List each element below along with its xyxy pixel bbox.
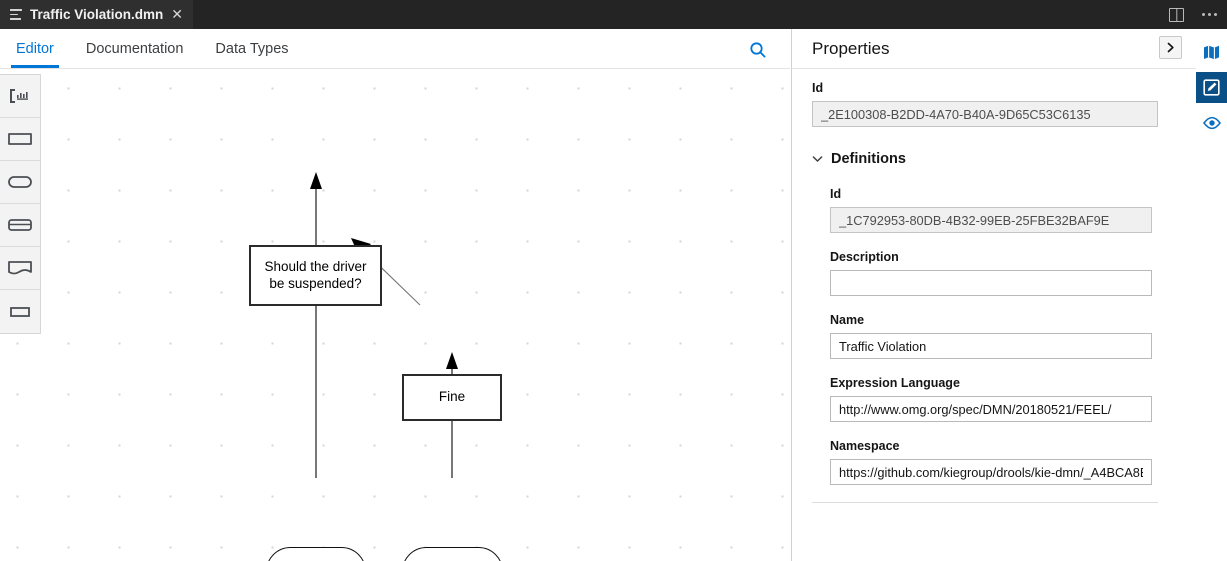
properties-divider [812,502,1158,503]
field-expression-language: Expression Language [830,376,1152,422]
definitions-id-input[interactable] [830,207,1152,233]
split-panel-icon[interactable] [1169,7,1184,22]
business-knowledge-model-tool[interactable] [0,204,40,247]
dmn-editor-window: Traffic Violation.dmn ✕ Editor Documenta… [0,0,1227,561]
root-id-input[interactable] [812,101,1158,127]
name-input[interactable] [830,333,1152,359]
input-data-node-violation[interactable]: Violation [402,547,503,561]
search-icon[interactable] [748,40,768,60]
namespace-label: Namespace [830,439,900,453]
field-name: Name [830,313,1152,359]
tab-editor-label: Editor [16,40,54,57]
more-options-icon[interactable] [1200,9,1219,20]
tab-data-types[interactable]: Data Types [199,29,304,68]
decision-node-label: Should the driver be suspended? [264,259,367,291]
tab-data-types-label: Data Types [215,40,289,57]
rail-item-map[interactable] [1196,37,1227,68]
tab-documentation-label: Documentation [85,40,184,57]
properties-body: Id Definitions Id Description [792,69,1196,485]
definitions-id-label: Id [830,187,842,201]
tab-editor[interactable]: Editor [0,29,70,68]
chevron-down-icon [812,156,823,162]
lasso-select-tool[interactable] [0,75,40,118]
map-icon [1204,45,1219,60]
input-data-node-driver[interactable]: Driver [266,547,366,561]
collapse-properties-button[interactable] [1159,36,1182,59]
properties-title: Properties [812,38,890,58]
close-icon[interactable]: ✕ [171,8,183,22]
root-id-label: Id [812,81,824,95]
dmn-canvas[interactable]: Should the driver be suspended? Fine Dri… [0,69,790,561]
diagram-edges [310,172,458,478]
field-definitions-id: Id [830,187,1152,233]
field-root-id: Id [812,81,1158,127]
rail-item-preview[interactable] [1196,107,1227,138]
preview-eye-icon [1202,116,1221,129]
description-label: Description [830,250,899,264]
decision-node-label: Fine [438,389,466,405]
view-tab-strip: Editor Documentation Data Types [0,29,790,69]
title-bar: Traffic Violation.dmn ✕ [0,0,1227,29]
name-label: Name [830,313,865,327]
text-annotation-tool[interactable] [0,290,40,333]
decision-node-tool[interactable] [0,118,40,161]
titlebar-actions [1169,0,1219,29]
decision-node-should-the-driver-be-suspended[interactable]: Should the driver be suspended? [249,245,382,306]
namespace-input[interactable] [830,459,1152,485]
hamburger-menu-icon[interactable] [10,9,22,20]
definitions-section-header[interactable]: Definitions [812,151,1158,167]
field-description: Description [830,250,1152,296]
file-tab[interactable]: Traffic Violation.dmn ✕ [0,0,194,29]
expression-language-input[interactable] [830,396,1152,422]
node-palette [0,74,41,334]
properties-panel: Properties Id Definitions Id [791,29,1196,561]
description-input[interactable] [830,270,1152,296]
file-tab-label: Traffic Violation.dmn [30,7,164,22]
expression-language-label: Expression Language [830,376,960,390]
input-data-node-tool[interactable] [0,161,40,204]
rail-item-edit-properties[interactable] [1196,72,1227,103]
knowledge-source-tool[interactable] [0,247,40,290]
tab-documentation[interactable]: Documentation [70,29,200,68]
definitions-section-body: Id Description Name Expression Language [812,187,1158,485]
properties-header: Properties [792,29,1196,69]
edit-properties-icon [1203,79,1220,96]
decision-node-fine[interactable]: Fine [402,374,502,421]
field-namespace: Namespace [830,439,1152,485]
definitions-section-label: Definitions [831,151,906,167]
right-rail [1196,29,1227,561]
